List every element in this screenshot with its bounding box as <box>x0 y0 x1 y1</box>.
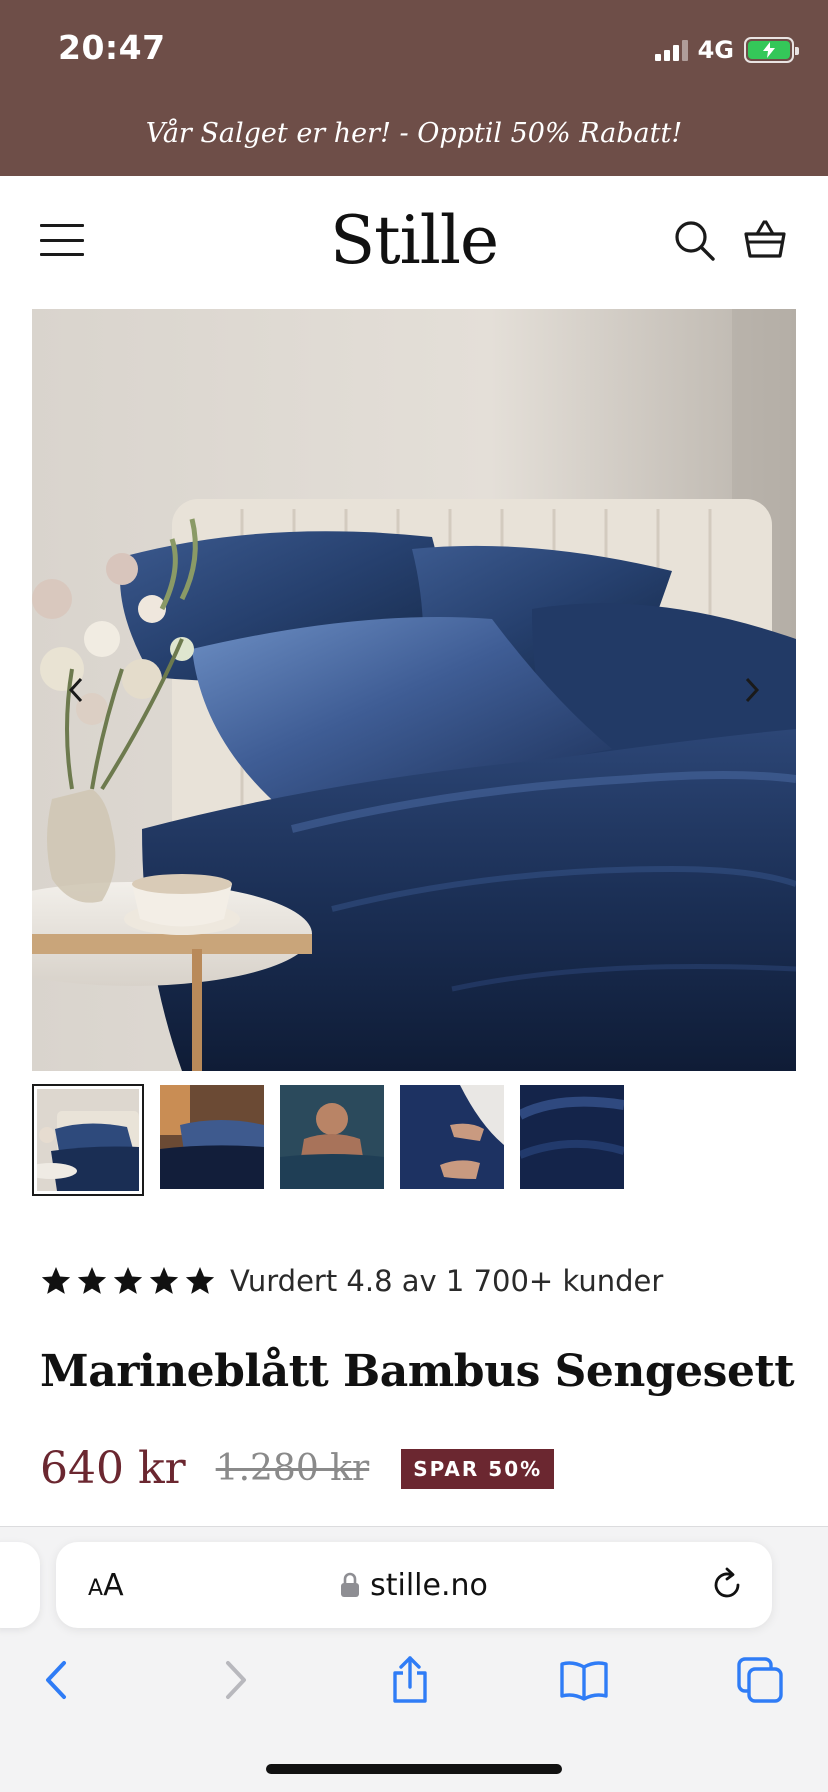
product-main-image[interactable] <box>32 309 796 1071</box>
tabs-icon <box>737 1657 783 1703</box>
product-rating[interactable]: Vurdert 4.8 av 1 700+ kunder <box>40 1264 663 1298</box>
thumbnail-4[interactable] <box>400 1085 504 1189</box>
share-button[interactable] <box>382 1652 438 1708</box>
star-icon <box>113 1267 143 1294</box>
thumbnail-3[interactable] <box>280 1085 384 1189</box>
url-text: stille.no <box>370 1567 488 1603</box>
sale-price: 640 kr <box>40 1443 186 1494</box>
battery-icon <box>744 37 799 63</box>
site-header: Stille <box>0 176 828 306</box>
signal-icon <box>654 39 688 61</box>
thumbnail-2[interactable] <box>160 1085 264 1189</box>
forward-button[interactable] <box>208 1652 264 1708</box>
back-button[interactable] <box>28 1652 84 1708</box>
book-icon <box>560 1661 608 1701</box>
network-type: 4G <box>697 36 734 64</box>
cart-icon[interactable] <box>742 216 788 262</box>
previous-image-button[interactable] <box>56 665 96 715</box>
home-indicator[interactable] <box>266 1764 562 1774</box>
status-indicators: 4G <box>654 36 799 64</box>
status-time: 20:47 <box>58 28 166 67</box>
promo-announcement[interactable]: Vår Salget er her! - Opptil 50% Rabatt! <box>0 118 828 149</box>
original-price: 1.280 kr <box>215 1448 370 1489</box>
thumbnail-strip <box>32 1084 624 1196</box>
address-bar[interactable]: AA stille.no <box>56 1542 772 1628</box>
reload-icon[interactable] <box>708 1566 746 1604</box>
lock-icon <box>341 1572 360 1597</box>
star-rating <box>40 1265 216 1297</box>
bedding-photo <box>32 309 796 1071</box>
top-banner: 20:47 4G Vår Salget er her! - Opptil 50%… <box>0 0 828 176</box>
rating-summary: Vurdert 4.8 av 1 700+ kunder <box>230 1264 664 1298</box>
menu-icon[interactable] <box>40 224 84 256</box>
star-icon <box>41 1267 71 1294</box>
search-icon[interactable] <box>672 218 718 264</box>
tabs-button[interactable] <box>732 1652 788 1708</box>
chevron-right-icon <box>745 677 760 703</box>
star-icon <box>185 1267 215 1294</box>
share-icon <box>393 1656 427 1703</box>
chevron-left-icon <box>46 1661 66 1699</box>
next-image-button[interactable] <box>732 665 772 715</box>
price-row: 640 kr 1.280 kr SPAR 50% <box>40 1443 555 1494</box>
product-title: Marineblått Bambus Sengesett <box>40 1346 795 1397</box>
chevron-left-icon <box>68 677 83 703</box>
thumbnail-1[interactable] <box>32 1084 144 1196</box>
thumbnail-5[interactable] <box>520 1085 624 1189</box>
bookmarks-button[interactable] <box>556 1652 612 1708</box>
discount-badge: SPAR 50% <box>401 1448 555 1489</box>
star-icon <box>149 1267 179 1294</box>
star-icon <box>77 1267 107 1294</box>
chevron-right-icon <box>226 1661 246 1699</box>
previous-tab-preview[interactable] <box>0 1542 40 1628</box>
